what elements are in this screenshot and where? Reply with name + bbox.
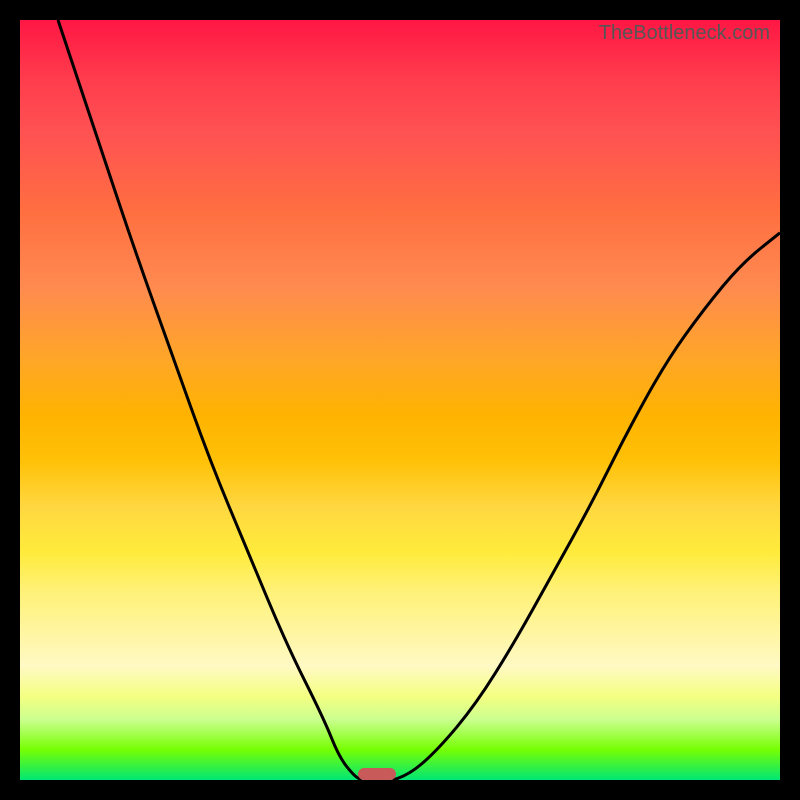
chart-plot-area [20, 20, 780, 780]
right-curve-path [392, 233, 780, 780]
curve-overlay [20, 20, 780, 780]
left-curve-path [58, 20, 362, 780]
watermark-text: TheBottleneck.com [599, 22, 770, 45]
bottleneck-marker [358, 768, 396, 780]
